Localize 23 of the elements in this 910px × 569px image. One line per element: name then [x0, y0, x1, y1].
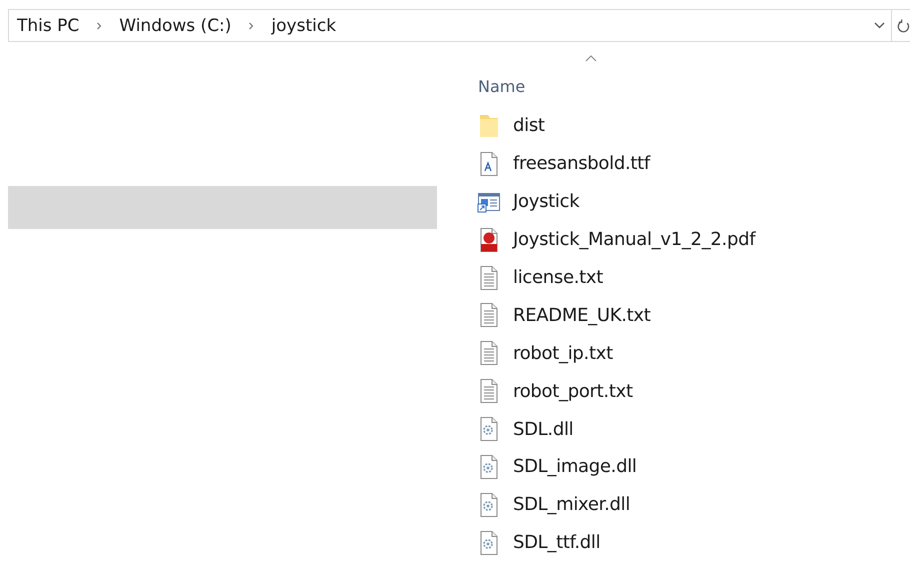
- chevron-down-icon: [874, 22, 885, 29]
- file-name[interactable]: SDL_image.dll: [513, 456, 637, 478]
- breadcrumb[interactable]: This PC: [17, 16, 80, 36]
- address-bar[interactable]: This PC Windows (C:) joystick: [8, 9, 868, 42]
- breadcrumb[interactable]: joystick: [271, 16, 336, 36]
- chevron-right-icon: [95, 22, 104, 30]
- breadcrumb[interactable]: Windows (C:): [119, 16, 232, 36]
- navigation-item[interactable]: [8, 186, 437, 229]
- file-name[interactable]: robot_port.txt: [513, 380, 633, 402]
- file-name[interactable]: SDL.dll: [513, 418, 574, 440]
- folder-icon: [477, 112, 501, 139]
- file-name[interactable]: dist: [513, 115, 545, 136]
- file-name[interactable]: robot_ip.txt: [513, 342, 613, 364]
- file-name[interactable]: license.txt: [513, 267, 604, 288]
- file-name[interactable]: SDL_ttf.dll: [513, 532, 600, 554]
- file-name[interactable]: SDL_mixer.dll: [513, 494, 630, 516]
- file-name[interactable]: freesansbold.ttf: [513, 153, 650, 174]
- file-name[interactable]: Joystick_Manual_v1_2_2.pdf: [513, 229, 756, 250]
- file-name[interactable]: Joystick: [513, 191, 580, 212]
- refresh-icon: [897, 18, 910, 34]
- file-name[interactable]: README_UK.txt: [513, 304, 651, 326]
- chevron-right-icon: [247, 22, 256, 30]
- name-column-header[interactable]: Name: [477, 52, 647, 102]
